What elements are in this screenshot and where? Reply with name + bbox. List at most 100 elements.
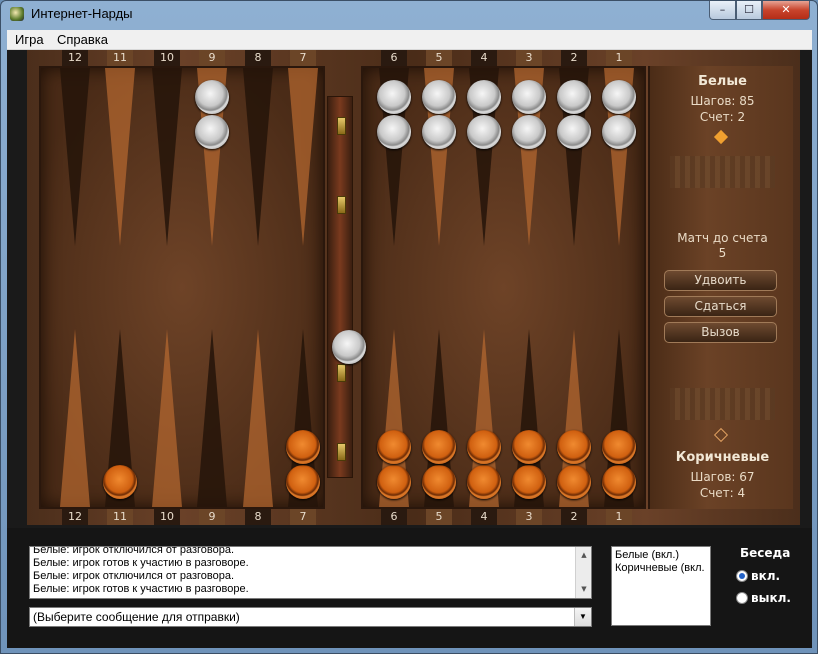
- brown-checker[interactable]: [286, 430, 320, 464]
- brown-checker[interactable]: [422, 430, 456, 464]
- chat-on-label: вкл.: [751, 569, 781, 583]
- scroll-down-icon[interactable]: ▼: [576, 585, 591, 593]
- white-checker[interactable]: [422, 115, 456, 149]
- white-checker[interactable]: [195, 115, 229, 149]
- point-numbers-top: 12 11 10 9 8 7 6 5 4 3 2 1: [27, 50, 800, 66]
- brown-checker[interactable]: [512, 465, 546, 499]
- list-item: Белые (вкл.): [615, 549, 680, 561]
- brown-checker[interactable]: [557, 430, 591, 464]
- message-select-value: (Выберите сообщение для отправки): [33, 610, 240, 624]
- white-checker[interactable]: [602, 80, 636, 114]
- board-point[interactable]: [243, 68, 273, 246]
- point-number: 12: [62, 509, 88, 525]
- chat-section-title: Беседа: [740, 546, 791, 560]
- white-checker[interactable]: [377, 80, 411, 114]
- white-player-score: Счет: 2: [699, 110, 746, 124]
- brown-dice-area[interactable]: [670, 388, 775, 420]
- left-points-svg: [60, 68, 318, 507]
- white-checker[interactable]: [195, 80, 229, 114]
- brown-player-score: Счет: 4: [699, 486, 746, 500]
- board-point[interactable]: [105, 68, 135, 246]
- point-number: 6: [381, 509, 407, 525]
- brown-checker[interactable]: [467, 430, 501, 464]
- chat-line: Белые: игрок отключился от разговора.: [33, 546, 235, 556]
- match-label: Матч до счета: [677, 231, 768, 245]
- challenge-button[interactable]: Вызов: [664, 322, 777, 343]
- maximize-button[interactable]: ☐: [736, 1, 762, 20]
- brown-checker[interactable]: [602, 465, 636, 499]
- brown-checker[interactable]: [377, 465, 411, 499]
- app-icon: [10, 7, 24, 21]
- chevron-down-icon[interactable]: ▼: [574, 608, 591, 626]
- brown-checker[interactable]: [602, 430, 636, 464]
- brown-checker[interactable]: [557, 465, 591, 499]
- menu-bar: Игра Справка: [7, 30, 812, 50]
- white-checker[interactable]: [467, 80, 501, 114]
- brown-checker[interactable]: [377, 430, 411, 464]
- board-point[interactable]: [152, 68, 182, 246]
- match-value: 5: [718, 246, 727, 260]
- board-point[interactable]: [243, 329, 273, 507]
- white-checker[interactable]: [512, 115, 546, 149]
- window-title: Интернет-Нарды: [31, 6, 133, 21]
- menu-game[interactable]: Игра: [15, 32, 44, 47]
- chat-on-radio[interactable]: вкл.: [736, 569, 780, 583]
- chat-panel: Белые: игрок отключился от разговора. Бе…: [7, 528, 812, 648]
- point-number: 4: [471, 509, 497, 525]
- brown-checker[interactable]: [422, 465, 456, 499]
- board-bar[interactable]: [327, 96, 353, 478]
- message-select[interactable]: (Выберите сообщение для отправки) ▼: [29, 607, 592, 627]
- white-dice-area[interactable]: [670, 156, 775, 188]
- radio-on-icon[interactable]: [736, 570, 748, 582]
- brown-checker[interactable]: [103, 465, 137, 499]
- scroll-up-icon[interactable]: ▲: [576, 551, 591, 559]
- point-number: 4: [471, 50, 497, 66]
- point-number: 3: [516, 509, 542, 525]
- board-point[interactable]: [152, 329, 182, 507]
- white-checker[interactable]: [332, 330, 366, 364]
- chat-log[interactable]: Белые: игрок отключился от разговора. Бе…: [29, 546, 592, 599]
- white-checker[interactable]: [557, 115, 591, 149]
- app-window: Интернет-Нарды – ☐ ✕ Игра Справка 12 11 10…: [0, 0, 818, 654]
- menu-help[interactable]: Справка: [57, 32, 108, 47]
- white-checker[interactable]: [467, 115, 501, 149]
- brown-player-name: Коричневые: [675, 450, 770, 465]
- white-checker[interactable]: [557, 80, 591, 114]
- brown-turn-diamond-icon: [713, 427, 729, 443]
- point-number: 6: [381, 50, 407, 66]
- brown-checker[interactable]: [286, 465, 320, 499]
- white-checker[interactable]: [422, 80, 456, 114]
- close-button[interactable]: ✕: [762, 1, 810, 20]
- backgammon-board: 12 11 10 9 8 7 6 5 4 3 2 1 12 11 10 9 8 7 6 5 4 3 2 1 Белые Ша…: [27, 50, 800, 525]
- board-point[interactable]: [197, 329, 227, 507]
- chat-off-radio[interactable]: выкл.: [736, 591, 791, 605]
- point-number: 2: [561, 509, 587, 525]
- point-number: 1: [606, 509, 632, 525]
- board-point[interactable]: [60, 329, 90, 507]
- board-left-half[interactable]: [39, 66, 325, 509]
- point-number: 9: [199, 509, 225, 525]
- point-number: 1: [606, 50, 632, 66]
- brown-player-moves: Шагов: 67: [690, 470, 755, 484]
- board-point[interactable]: [288, 68, 318, 246]
- brown-checker[interactable]: [512, 430, 546, 464]
- resign-button[interactable]: Сдаться: [664, 296, 777, 317]
- point-numbers-bottom: 12 11 10 9 8 7 6 5 4 3 2 1: [27, 509, 800, 525]
- point-number: 10: [154, 50, 180, 66]
- white-checker[interactable]: [602, 115, 636, 149]
- chat-scrollbar[interactable]: ▲ ▼: [575, 547, 591, 598]
- hinge-icon: [337, 364, 346, 382]
- radio-off-icon[interactable]: [736, 592, 748, 604]
- white-checker[interactable]: [512, 80, 546, 114]
- brown-checker[interactable]: [467, 465, 501, 499]
- point-number: 5: [426, 50, 452, 66]
- board-point[interactable]: [60, 68, 90, 246]
- white-player-moves: Шагов: 85: [690, 94, 755, 108]
- chat-line: Белые: игрок готов к участию в разговоре…: [33, 583, 249, 595]
- chat-players-list[interactable]: Белые (вкл.) Коричневые (вкл.: [611, 546, 711, 626]
- double-button[interactable]: Удвоить: [664, 270, 777, 291]
- minimize-button[interactable]: –: [709, 1, 736, 20]
- white-player-name: Белые: [698, 74, 747, 89]
- white-checker[interactable]: [377, 115, 411, 149]
- title-bar[interactable]: Интернет-Нарды – ☐ ✕: [1, 1, 817, 27]
